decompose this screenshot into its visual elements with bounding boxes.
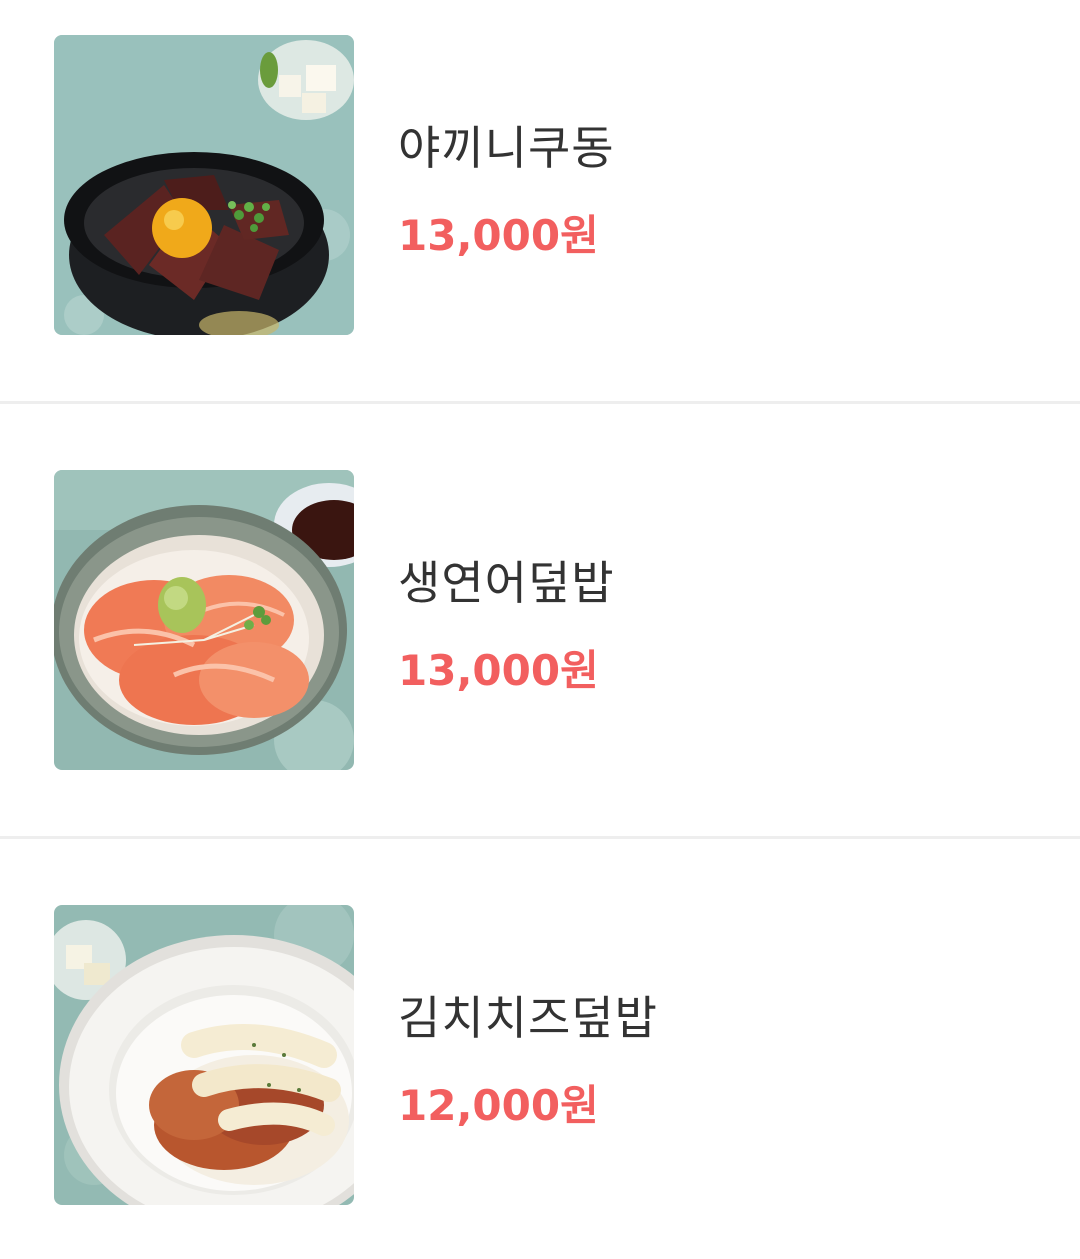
menu-item-name: 김치치즈덮밥: [398, 991, 658, 1045]
divider: [0, 836, 1080, 839]
menu-item-price: 13,000원: [398, 646, 599, 695]
menu-item[interactable]: 김치치즈덮밥 12,000원: [0, 870, 1080, 1259]
divider: [0, 401, 1080, 404]
menu-item[interactable]: 생연어덮밥 13,000원: [0, 435, 1080, 870]
yakiniku-don-photo[interactable]: [54, 35, 354, 335]
menu-item-price: 13,000원: [398, 211, 599, 260]
kimchi-cheese-don-photo[interactable]: [54, 905, 354, 1205]
menu-item[interactable]: 야끼니쿠동 13,000원: [0, 0, 1080, 435]
menu-item-name: 야끼니쿠동: [398, 121, 615, 175]
menu-item-price: 12,000원: [398, 1081, 599, 1130]
menu-item-name: 생연어덮밥: [398, 556, 615, 610]
salmon-don-photo[interactable]: [54, 470, 354, 770]
menu-list: 야끼니쿠동 13,000원 생연어덮밥 13,000원 김치치즈덮밥 12,00…: [0, 0, 1080, 1259]
